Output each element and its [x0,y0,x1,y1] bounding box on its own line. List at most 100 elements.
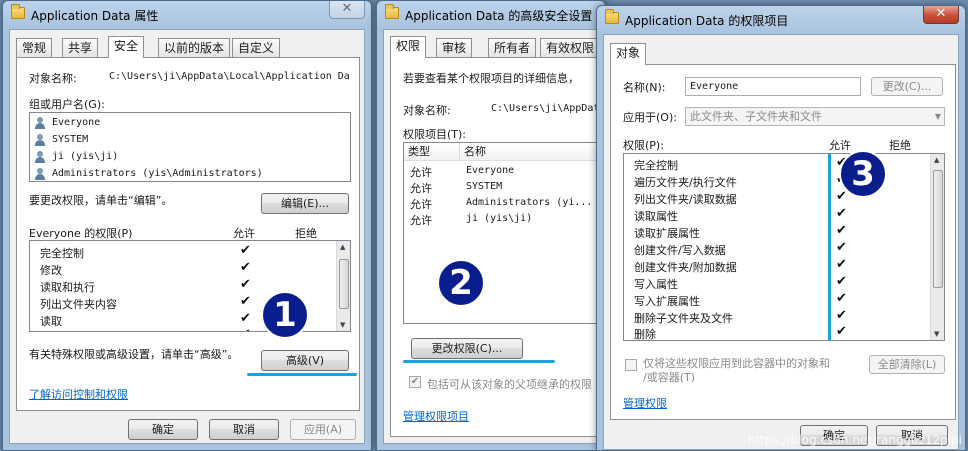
only-apply-checkbox[interactable] [625,359,637,371]
name-field[interactable]: Everyone [685,77,861,96]
tab-customize[interactable]: 自定义 [232,38,281,58]
allow-check-icon: ✔ [240,294,251,309]
users-icon [34,168,47,180]
permission-name: 读取扩展属性 [634,227,700,240]
allow-check-icon[interactable]: ✔ [836,189,847,204]
scroll-down-icon[interactable]: ▼ [340,321,345,329]
clear-all-button[interactable]: 全部清除(L) [869,355,945,374]
deny-column-label: 拒绝 [889,139,911,152]
allow-check-icon[interactable]: ✔ [836,291,847,306]
user-name: Administrators (yis\Administrators) [52,168,263,179]
permission-name: 列出文件夹内容 [40,298,117,311]
users-icon [34,117,47,129]
tab-effective-permissions[interactable]: 有效权限 [540,38,601,58]
entry-name: SYSTEM [466,181,503,192]
permission-entries-list: 完全控制 遍历文件夹/执行文件 列出文件夹/读取数据 读取属性 读取扩展属性 创… [623,153,945,341]
learn-access-control-link[interactable]: 了解访问控制和权限 [29,386,128,402]
permissions-pane: 若要查看某个权限项目的详细信息， 对象名称: C:\Users\ji\AppDa… [390,57,613,437]
object-pane: 名称(N): Everyone 更改(C)... 应用于(O): 此文件夹、子文… [610,64,956,420]
tab-previous-versions[interactable]: 以前的版本 [158,38,231,58]
table-row[interactable]: 允许 Administrators (yi... [404,195,613,211]
manage-permissions-link[interactable]: 管理权限 [623,395,667,411]
only-apply-text-line2: /或容器(T) [643,371,696,384]
change-permissions-button[interactable]: 更改权限(C)... [411,338,523,359]
permission-name: 写入属性 [634,278,678,291]
allow-check-icon[interactable]: ✔ [836,274,847,289]
table-row[interactable]: 允许 ji (yis\ji) [404,211,613,227]
folder-icon [605,9,619,24]
advanced-titlebar[interactable]: Application Data 的高级安全设置 [377,1,605,27]
permissions-header: Everyone 的权限(P) [29,227,133,240]
manage-entries-link[interactable]: 管理权限项目 [403,408,469,424]
apply-to-select[interactable]: 此文件夹、子文件夹和文件 ▼ [685,107,945,126]
user-name: SYSTEM [52,134,89,145]
name-label: 名称(N): [623,81,666,94]
table-row[interactable]: 允许 Everyone [404,163,613,179]
permission-name: 删除 [634,328,656,341]
edit-button[interactable]: 编辑(E)... [261,193,349,214]
properties-titlebar[interactable]: Application Data 属性 ✕ [3,1,371,27]
scroll-up-icon[interactable]: ▲ [934,156,939,164]
allow-check-icon[interactable]: ✔ [836,308,847,323]
allow-check-icon: ✔ [240,277,251,292]
permission-name: 读取 [40,315,62,328]
permission-entries-scrollbar[interactable]: ▲ ▼ [930,154,944,340]
cancel-button[interactable]: 取消 [209,419,279,440]
close-button[interactable]: ✕ [329,1,365,19]
close-button[interactable]: ✕ [923,6,959,24]
advanced-highlight-underline [247,373,357,376]
entry-titlebar[interactable]: Application Data 的权限项目 ✕ [597,6,965,32]
tab-sharing[interactable]: 共享 [62,38,99,58]
object-name-label: 对象名称: [403,104,451,117]
tab-object[interactable]: 对象 [610,43,647,65]
scroll-up-icon[interactable]: ▲ [340,243,345,251]
intro-text: 若要查看某个权限项目的详细信息， [403,72,579,85]
entry-client: 对象 名称(N): Everyone 更改(C)... 应用于(O): 此文件夹… [603,34,959,450]
allow-check-icon[interactable]: ✔ [836,206,847,221]
column-header-type[interactable]: 类型 [404,143,460,161]
allow-column-label: 允许 [233,227,255,240]
scroll-thumb[interactable] [339,259,349,309]
ok-button[interactable]: 确定 [128,419,198,440]
advanced-button[interactable]: 高级(V) [261,350,349,371]
user-row[interactable]: SYSTEM [30,132,350,148]
allow-check-icon: ✔ [240,260,251,275]
permission-name: 遍历文件夹/执行文件 [634,176,737,189]
inherit-text: 包括可从该对象的父项继承的权限 [427,378,592,391]
tab-owner[interactable]: 所有者 [488,38,537,58]
allow-check-icon[interactable]: ✔ [836,324,847,339]
allow-check-icon[interactable]: ✔ [836,240,847,255]
entry-name: Everyone [466,165,515,176]
object-name-value: C:\Users\ji\AppDat [491,103,600,114]
permission-name: 读取属性 [634,210,678,223]
tab-auditing[interactable]: 审核 [436,38,473,58]
watermark: https://blog.csdn.net/ranggaz12pipi [747,433,962,447]
window-title: Application Data 属性 [31,9,159,23]
entries-label: 权限项目(T): [403,128,467,141]
inherit-checkbox[interactable]: ✔ [409,376,421,388]
window-title: Application Data 的高级安全设置 [405,9,593,23]
entry-type: 允许 [410,214,432,227]
advanced-security-window: Application Data 的高级安全设置 权限 审核 所有者 有效权限 … [376,0,613,451]
change-button[interactable]: 更改(C)... [871,77,943,96]
scroll-thumb[interactable] [933,170,943,288]
user-row[interactable]: Administrators (yis\Administrators) [30,166,350,181]
user-row[interactable]: ji (yis\ji) [30,149,350,165]
properties-client: 常规 共享 安全 以前的版本 自定义 对象名称: C:\Users\ji\App… [9,29,365,444]
change-permissions-highlight-underline [403,360,555,363]
users-list[interactable]: Everyone SYSTEM ji (yis\ji) Administrato… [29,112,351,182]
column-header-name[interactable]: 名称 [460,143,613,161]
apply-button[interactable]: 应用(A) [290,419,356,440]
tab-security[interactable]: 安全 [108,36,145,58]
allow-check-icon[interactable]: ✔ [836,257,847,272]
tab-permissions[interactable]: 权限 [390,36,427,58]
allow-check-icon: ✔ [240,243,251,258]
scroll-down-icon[interactable]: ▼ [934,330,939,338]
table-row[interactable]: 允许 SYSTEM [404,179,613,195]
chevron-down-icon: ▼ [934,112,941,121]
user-icon [34,151,47,163]
user-row[interactable]: Everyone [30,115,350,131]
allow-check-icon[interactable]: ✔ [836,223,847,238]
tab-general[interactable]: 常规 [16,38,53,58]
permissions-scrollbar[interactable]: ▲ ▼ [336,241,350,331]
